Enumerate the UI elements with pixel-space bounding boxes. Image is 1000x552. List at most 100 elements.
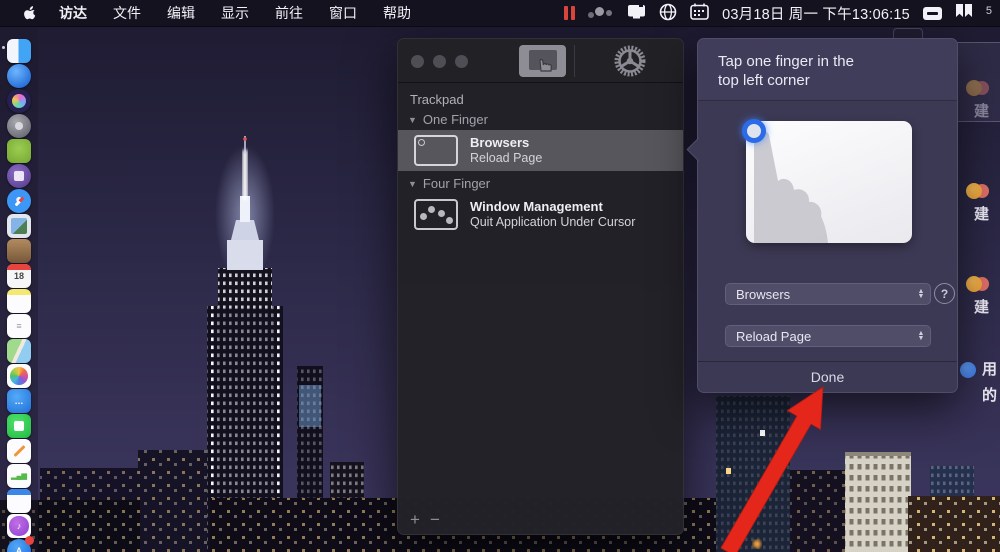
dock-pages-icon[interactable] (7, 439, 31, 463)
dock-facetime-icon[interactable] (7, 414, 31, 438)
disk-utility-inner-shape (14, 171, 24, 181)
note-text: 建 (974, 299, 990, 316)
menu-left: 访达 文件 编辑 显示 前往 窗口 帮助 (0, 3, 411, 23)
dock-music-icon[interactable]: ♪ (7, 514, 31, 538)
dock-launchpad-icon[interactable] (7, 114, 31, 138)
window-titlebar[interactable] (398, 39, 683, 83)
done-button[interactable]: Done (698, 361, 957, 392)
hand-silhouette-icon (753, 130, 828, 243)
instruction-line-2: top left corner (718, 72, 810, 89)
photos-inner-shape (10, 367, 28, 385)
dock-messages-icon[interactable]: … (7, 389, 31, 413)
dock-numbers-icon[interactable]: ▂▄▆ (7, 464, 31, 488)
action-group-select[interactable]: Browsers ▲ ▼ (725, 283, 931, 305)
bookmark-flags-icon[interactable] (955, 4, 973, 22)
music-glyph: ♪ (16, 520, 22, 531)
menu-item-3[interactable]: 显示 (221, 3, 249, 23)
desktop: 访达 文件 编辑 显示 前往 窗口 帮助 03月18日 周一 下午13:06:15 5 18… (0, 0, 1000, 552)
bettertouchtool-icon[interactable] (588, 5, 614, 21)
pause-status-icon[interactable] (564, 6, 576, 20)
dock-notes-icon[interactable] (7, 289, 31, 313)
dock-contacts-book-icon[interactable] (7, 239, 31, 263)
menu-item-5[interactable]: 窗口 (329, 3, 357, 23)
menu-item-6[interactable]: 帮助 (383, 3, 411, 23)
remove-gesture-button[interactable]: − (430, 510, 440, 530)
clock-date-text[interactable]: 03月18日 周一 下午13:06:15 (722, 3, 910, 24)
section-four-finger[interactable]: ▼ Four Finger (408, 176, 673, 191)
zoom-traffic-light[interactable] (455, 55, 468, 68)
keynote-inner-shape (7, 489, 31, 496)
select-stepper-icon: ▲ ▼ (917, 330, 925, 342)
gesture-row-browsers[interactable]: Browsers Reload Page (398, 130, 683, 171)
menu-item-0[interactable]: 访达 (59, 3, 87, 23)
gesture-list: Trackpad ▼ One Finger Browsers Reload Pa… (398, 92, 683, 235)
dock-photos-icon[interactable] (7, 364, 31, 388)
globe-icon[interactable] (659, 3, 677, 24)
dock-finder-icon[interactable] (7, 39, 31, 63)
note-item-2: 建 (966, 183, 1000, 224)
note-item-4: 用 的 (960, 362, 1000, 405)
dock-siri-icon[interactable] (7, 89, 31, 113)
dock-android-icon[interactable] (7, 139, 31, 163)
dock-disk-utility-icon[interactable] (7, 164, 31, 188)
menu-item-4[interactable]: 前往 (275, 3, 303, 23)
gesture-subtitle: Quit Application Under Cursor (470, 215, 636, 229)
facetime-inner-shape (13, 420, 25, 432)
dock-keynote-icon[interactable] (7, 489, 31, 513)
add-gesture-button[interactable]: + (410, 510, 420, 530)
siri-inner-shape (11, 93, 27, 109)
preview-inner-shape (11, 218, 27, 234)
select-stepper-icon: ▲ ▼ (917, 288, 925, 300)
dock-maps-icon[interactable] (7, 339, 31, 363)
selected-action: Reload Page (736, 328, 812, 344)
menu-bar: 访达 文件 编辑 显示 前往 窗口 帮助 03月18日 周一 下午13:06:15 5 (0, 0, 1000, 27)
selected-group: Browsers (736, 286, 791, 302)
close-traffic-light[interactable] (411, 55, 424, 68)
calendar-icon[interactable] (690, 3, 709, 23)
dock-preview-icon[interactable] (7, 214, 31, 238)
minimize-traffic-light[interactable] (433, 55, 446, 68)
note-text: 建 (974, 206, 990, 223)
section-label: Four Finger (422, 176, 491, 191)
note-text: 的 (982, 387, 998, 404)
note-text: 用 (982, 361, 998, 378)
dock: 18 ≡ … ▂▄▆ ♪ A (0, 27, 38, 552)
calendar-glyph: 18 (13, 270, 24, 281)
dock-browser-globe-icon[interactable] (7, 64, 31, 88)
dock-calendar-icon[interactable]: 18 (7, 264, 31, 288)
numbers-glyph: ▂▄▆ (11, 472, 27, 480)
gesture-title: Window Management (470, 199, 603, 214)
notification-badge (25, 536, 34, 545)
dock-appstore-icon[interactable]: A (7, 536, 34, 552)
trackpad-illustration (746, 121, 912, 243)
window-footer: + − (398, 506, 683, 534)
dock-reminders-icon[interactable]: ≡ (7, 314, 31, 338)
corner-count-badge: 5 (985, 4, 992, 17)
appstore-glyph: A (15, 545, 23, 552)
gesture-subtitle: Reload Page (470, 151, 543, 165)
reminders-glyph: ≡ (16, 320, 22, 331)
menu-item-2[interactable]: 编辑 (167, 3, 195, 23)
gesture-config-popover: Tap one finger in the top left corner Br… (686, 38, 958, 393)
help-button[interactable]: ? (934, 283, 955, 304)
section-one-finger[interactable]: ▼ One Finger (408, 112, 673, 127)
input-source-icon[interactable] (922, 6, 942, 20)
gesture-row-window-management[interactable]: Window Management Quit Application Under… (398, 194, 683, 235)
menu-item-1[interactable]: 文件 (113, 3, 141, 23)
apple-menu-icon[interactable] (22, 5, 37, 22)
display-icon[interactable] (627, 3, 646, 23)
popover-instruction: Tap one finger in the top left corner (698, 39, 957, 101)
settings-gear-button[interactable] (610, 41, 650, 81)
orange-bullet-icon (966, 183, 989, 199)
gesture-title: Browsers (470, 135, 530, 150)
calendar-inner-shape (7, 264, 31, 271)
toolbar-separator (574, 45, 575, 77)
disclosure-triangle-icon[interactable]: ▼ (408, 115, 417, 125)
dock-safari-icon[interactable] (7, 189, 31, 213)
action-select[interactable]: Reload Page ▲ ▼ (725, 325, 931, 347)
instruction-line-1: Tap one finger in the (718, 53, 854, 70)
blue-bullet-icon (960, 362, 976, 378)
device-label: Trackpad (410, 92, 464, 107)
disclosure-triangle-icon[interactable]: ▼ (408, 179, 417, 189)
trackpad-tool-button[interactable] (519, 45, 566, 77)
